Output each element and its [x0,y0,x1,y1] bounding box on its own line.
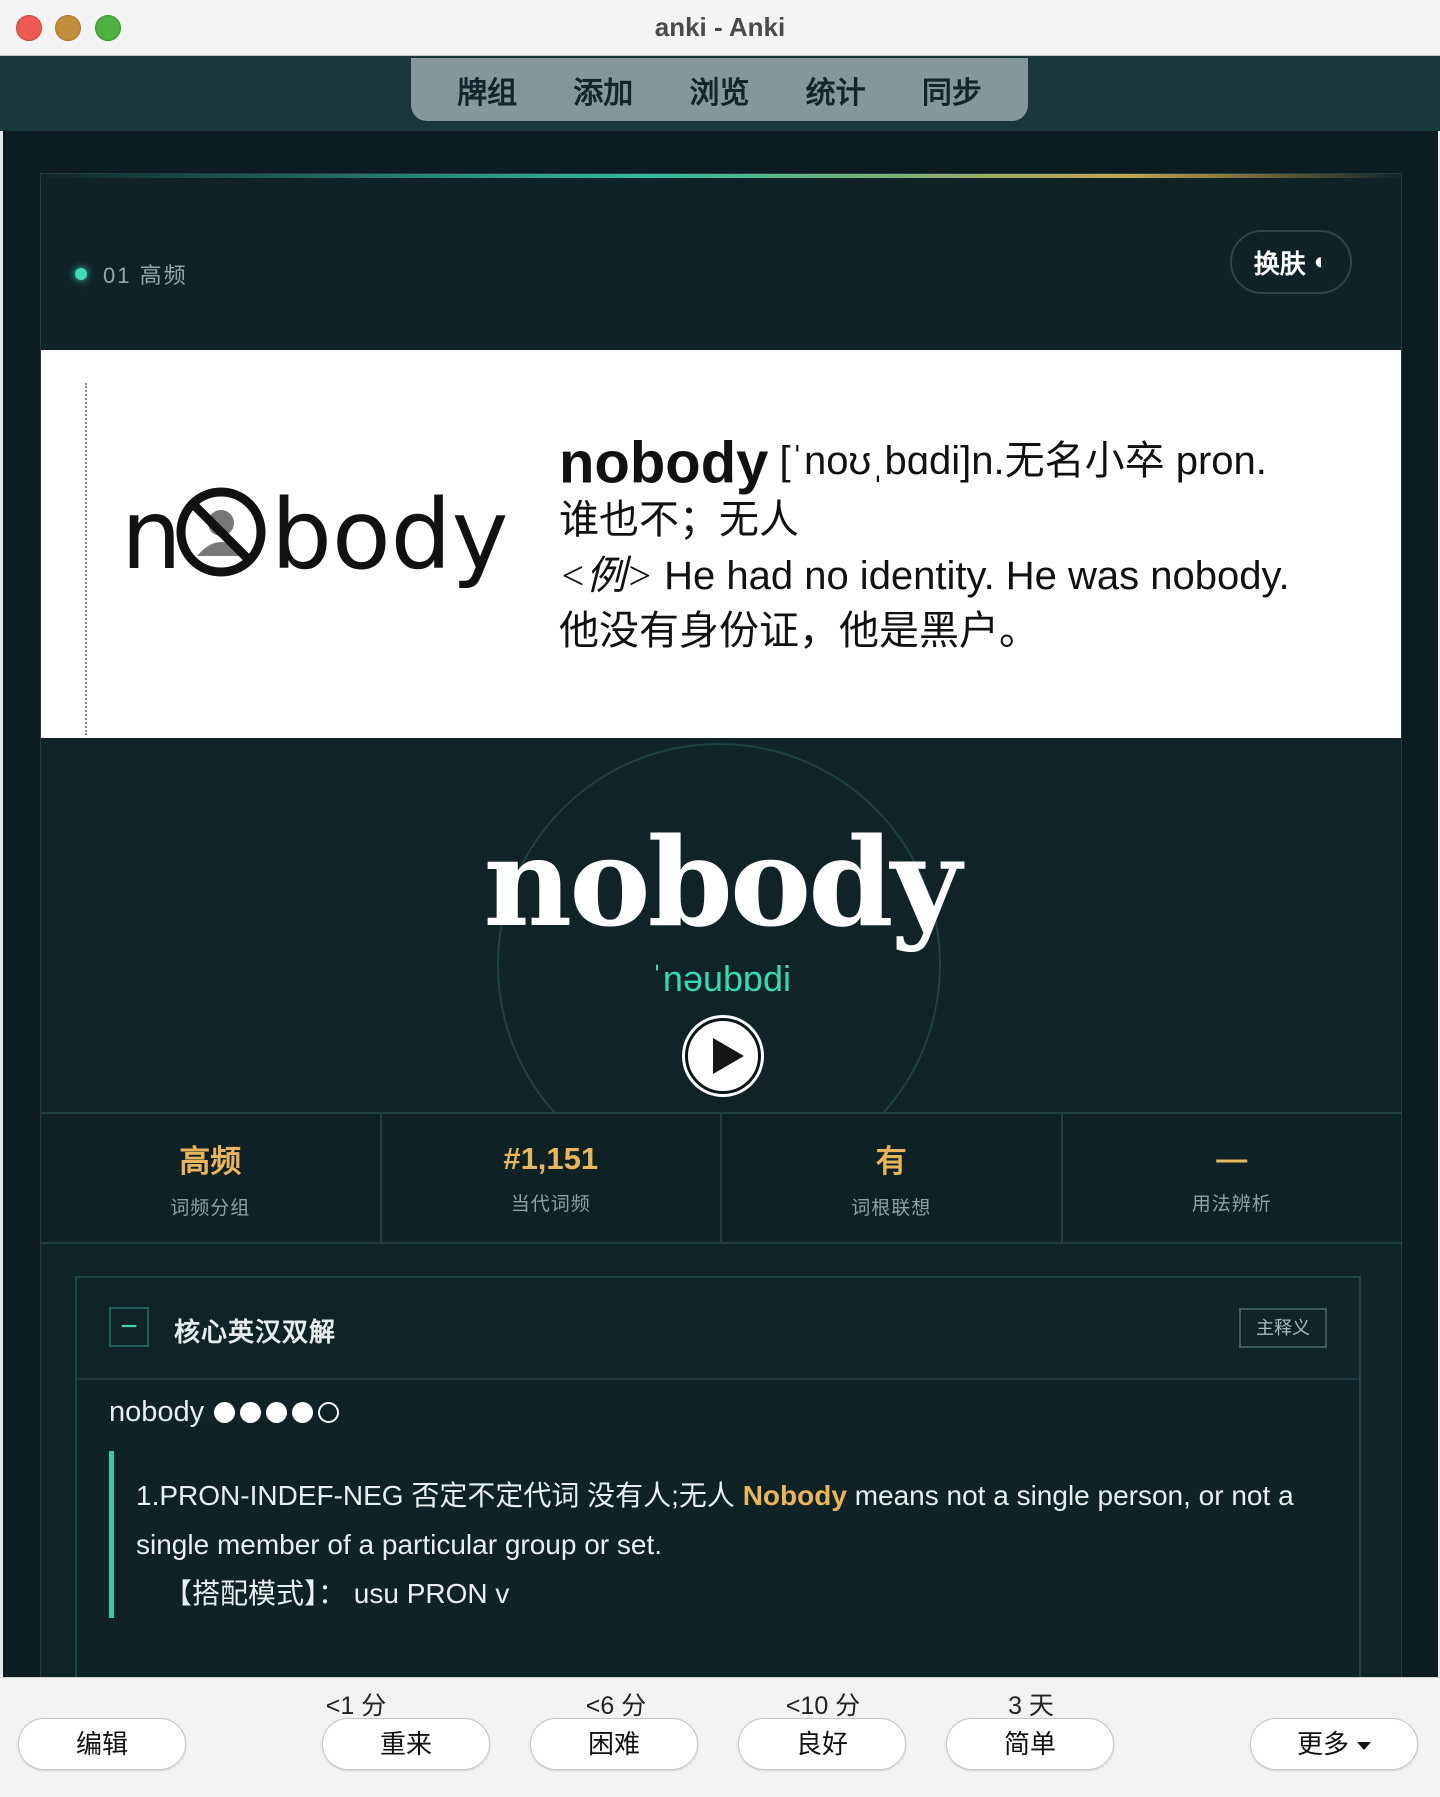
stat-value: 有 [875,1144,907,1179]
stat-value: #1,151 [503,1140,599,1176]
toolbar-browse-link[interactable]: 浏览 [689,68,749,112]
stat-frequency-rank: #1,151 当代词频 [382,1114,722,1242]
theme-toggle-button[interactable]: 换肤 ◐ [1230,230,1352,294]
headword: nobody [483,810,962,954]
half-circle-icon: ◐ [1313,248,1329,275]
logo-suffix: body [271,480,508,591]
stat-label: 词频分组 [170,1198,251,1219]
toolbar-nav: 牌组 添加 浏览 统计 同步 [411,58,1028,121]
more-button[interactable]: 更多 [1250,1718,1418,1770]
sense-prefix: 1.PRON-INDEF-NEG 否定不定代词 没有人;无人 [136,1480,743,1511]
definition-panel-header: − 核心英汉双解 主释义 [77,1278,1359,1380]
dict-example-tag: <例> [559,553,653,599]
stat-label: 词根联想 [851,1198,932,1219]
entry-headline: nobody [109,1396,344,1429]
more-label: 更多 [1296,1729,1349,1759]
card-header: 01 高频 换肤 ◐ [41,178,1401,350]
again-interval: <1 分 [325,1692,387,1720]
edit-button[interactable]: 编辑 [18,1718,186,1770]
filled-dot-icon [214,1402,236,1423]
headword-section: nobody ˈnəubɒdi [41,738,1401,1187]
play-icon [713,1038,744,1074]
window-titlebar: anki - Anki [0,0,1440,56]
stat-value: — [1216,1140,1248,1176]
deck-tag-label: 01 高频 [103,263,188,288]
stat-frequency-group: 高频 词频分组 [41,1114,382,1242]
stat-label: 用法辨析 [1191,1193,1272,1215]
hard-interval: <6 分 [585,1692,647,1720]
toolbar-sync-link[interactable]: 同步 [922,68,982,112]
phonetic: ˈnəubɒdi [650,958,792,999]
frequency-rating [214,1402,344,1423]
window-title: anki - Anki [654,12,786,42]
main-toolbar: 牌组 添加 浏览 统计 同步 [0,56,1440,131]
answer-bar: 编辑 <1 分 重来 <6 分 困难 <10 分 良好 3 天 简单 更多 [0,1677,1440,1797]
again-button[interactable]: 重来 [322,1718,490,1770]
stat-usage-analysis: — 用法辨析 [1063,1114,1402,1242]
word-stats: 高频 词频分组 #1,151 当代词频 有 词根联想 — 用法辨析 [41,1112,1401,1244]
toolbar-stats-link[interactable]: 统计 [806,68,866,112]
dictionary-entry: nobody [ˈnoʊˌbɑdi]n.无名小卒 pron. 谁也不；无人 <例… [559,432,1359,658]
filled-dot-icon [240,1402,262,1423]
dict-meaning: 谁也不；无人 [559,498,799,543]
sense-text: 1.PRON-INDEF-NEG 否定不定代词 没有人;无人 Nobody me… [136,1471,1299,1569]
definition-panel: − 核心英汉双解 主释义 nobody 1.PRON-INDEF-NEG 否定不… [75,1276,1361,1677]
dotted-divider [85,383,87,735]
collocation-pattern: 【搭配模式】： usu PRON v [164,1578,510,1609]
dict-ipa-pos: [ˈnoʊˌbɑdi]n.无名小卒 pron. [779,439,1267,483]
reviewer-webview[interactable]: 01 高频 换肤 ◐ n body nobody [ˈnoʊˌbɑdi]n.无名… [3,131,1438,1677]
dict-example-en: He had no identity. He was nobody. [652,554,1290,599]
logo-prefix: n [121,480,182,591]
no-person-icon [176,487,266,577]
toolbar-decks-link[interactable]: 牌组 [457,68,517,112]
deck-tag: 01 高频 [75,258,188,290]
chevron-down-icon [1357,1742,1371,1751]
entry-word: nobody [109,1396,205,1428]
hard-button[interactable]: 困难 [530,1718,698,1770]
filled-dot-icon [266,1402,288,1423]
sense-block: 1.PRON-INDEF-NEG 否定不定代词 没有人;无人 Nobody me… [109,1451,1329,1618]
dictionary-image: n body nobody [ˈnoʊˌbɑdi]n.无名小卒 pron. 谁也… [41,350,1401,738]
easy-interval: 3 天 [1008,1692,1054,1720]
flashcard: 01 高频 换肤 ◐ n body nobody [ˈnoʊˌbɑdi]n.无名… [40,173,1402,1677]
stat-root-association: 有 词根联想 [722,1114,1063,1242]
play-audio-button[interactable] [685,1018,761,1094]
theme-toggle-label: 换肤 [1253,248,1306,279]
nobody-logo: n body [121,480,508,591]
toolbar-add-link[interactable]: 添加 [573,68,633,112]
good-interval: <10 分 [785,1692,861,1720]
main-meaning-badge: 主释义 [1239,1308,1327,1348]
empty-dot-icon [318,1402,340,1423]
filled-dot-icon [292,1402,314,1423]
dict-headword: nobody [559,430,769,496]
definition-panel-title: 核心英汉双解 [174,1317,337,1347]
collapse-button[interactable]: − [109,1307,149,1347]
stat-value: 高频 [179,1144,242,1179]
status-dot-icon [75,268,87,280]
good-button[interactable]: 良好 [738,1718,906,1770]
easy-button[interactable]: 简单 [946,1718,1114,1770]
sense-highlight: Nobody [742,1480,847,1511]
stat-label: 当代词频 [510,1193,591,1215]
dict-example-cn: 他没有身份证，他是黑户。 [559,609,1039,654]
